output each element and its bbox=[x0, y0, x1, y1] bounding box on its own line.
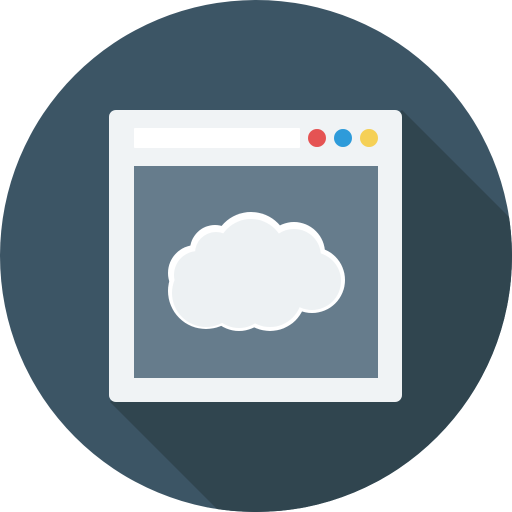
window-control-blue-dot bbox=[334, 129, 352, 147]
window-control-yellow-dot bbox=[360, 129, 378, 147]
icon-canvas bbox=[0, 0, 512, 512]
window-control-red-dot bbox=[308, 129, 326, 147]
cloud-browser-icon bbox=[0, 0, 512, 512]
address-bar bbox=[134, 128, 300, 148]
